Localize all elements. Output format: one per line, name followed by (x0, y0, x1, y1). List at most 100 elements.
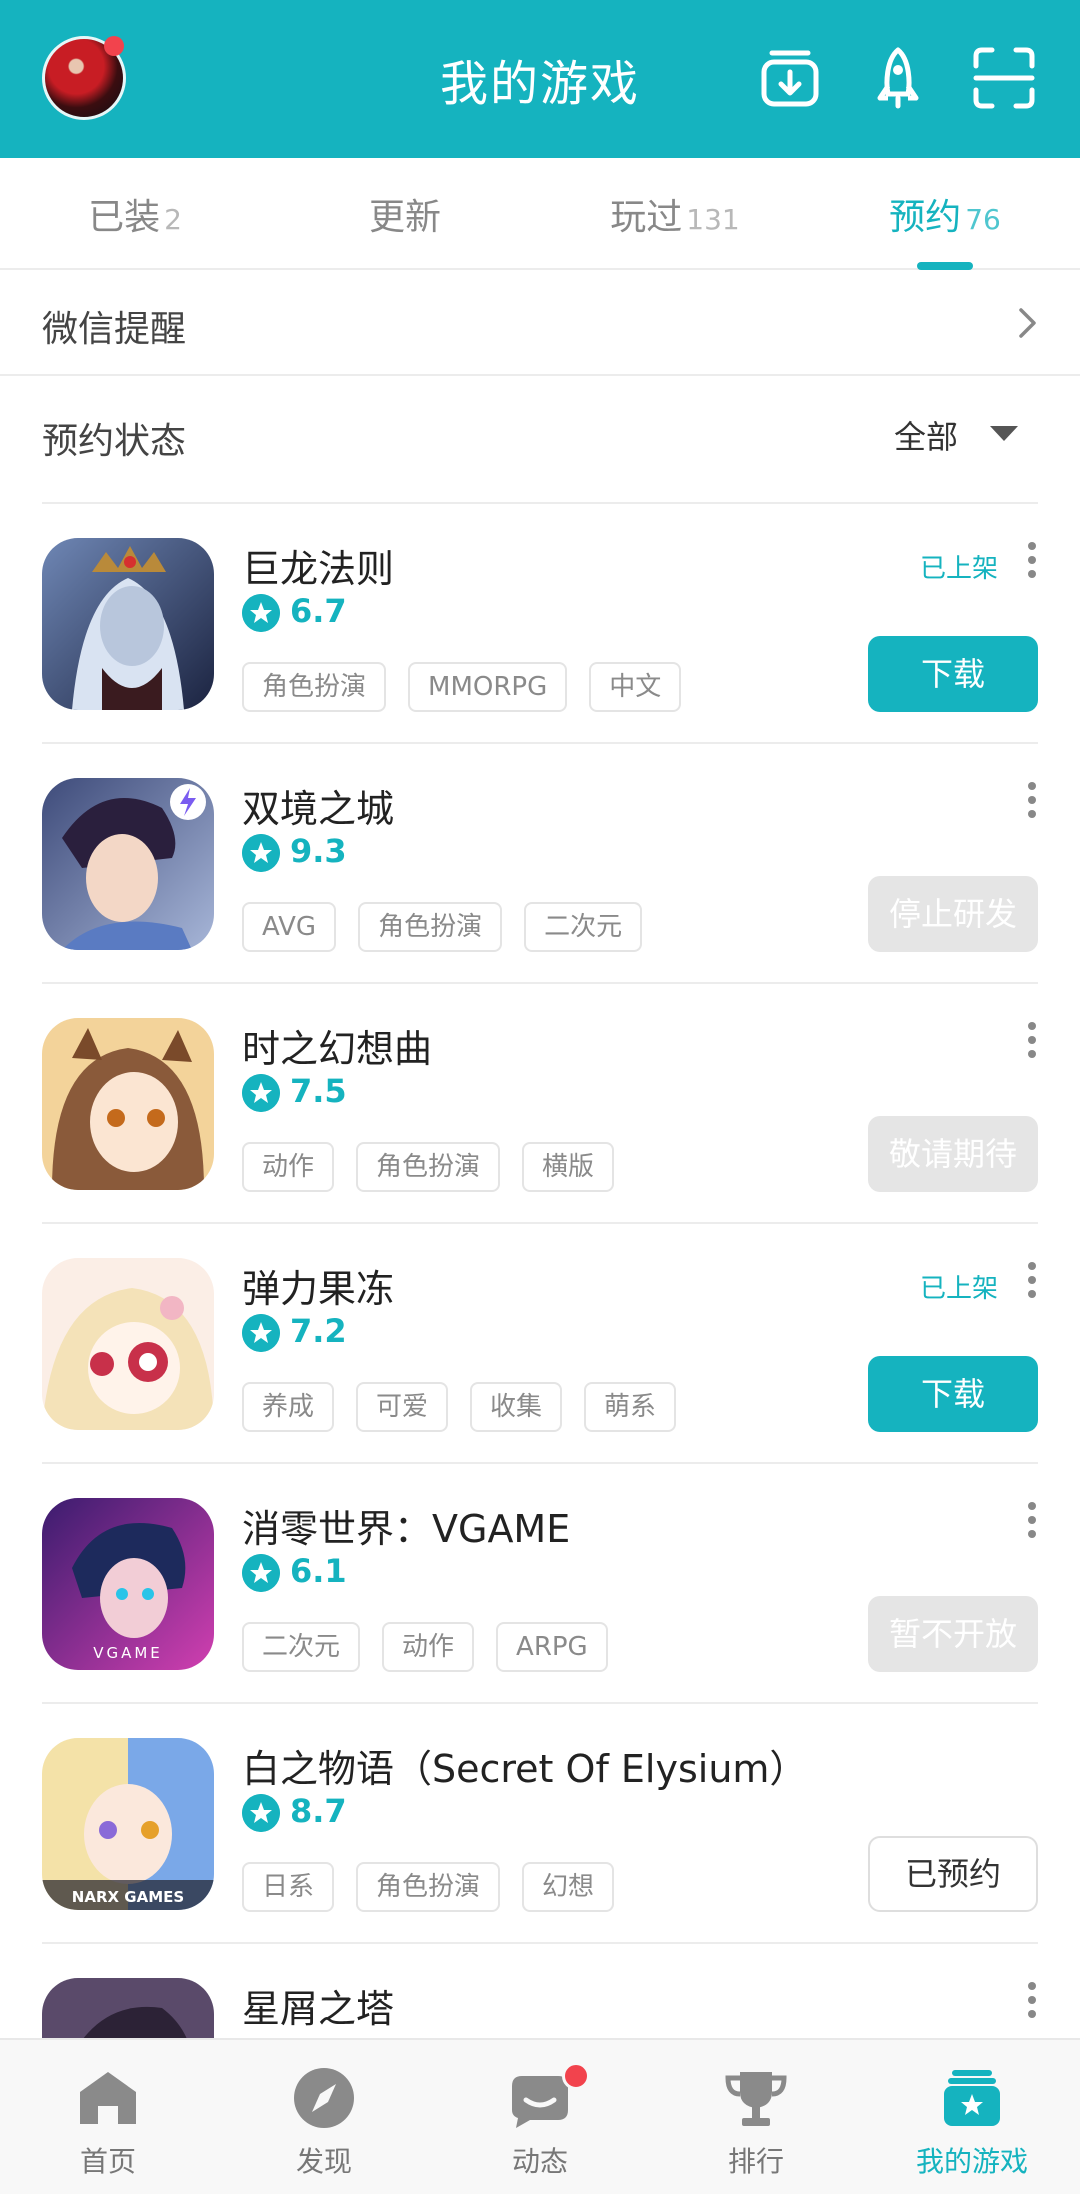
game-tag[interactable]: 动作 (382, 1622, 475, 1672)
game-tags: 动作 角色扮演 横版 (242, 1142, 615, 1192)
game-icon-image[interactable] (42, 1258, 214, 1430)
tab-installed[interactable]: 已装 2 (0, 188, 270, 240)
game-tag[interactable]: 横版 (522, 1142, 615, 1192)
star-icon (242, 834, 280, 872)
more-options-icon[interactable] (1026, 1502, 1038, 1542)
game-tag[interactable]: 中文 (589, 662, 682, 712)
caret-down-icon[interactable] (990, 426, 1018, 441)
more-options-icon[interactable] (1026, 1022, 1038, 1062)
divider (42, 502, 1038, 504)
game-name[interactable]: 弹力果冻 (242, 1258, 394, 1313)
game-name[interactable]: 白之物语（Secret Of Elysium） (242, 1738, 807, 1793)
game-name[interactable]: 消零世界：VGAME (242, 1498, 570, 1553)
star-icon (242, 1074, 280, 1112)
wechat-reminder-row[interactable]: 微信提醒 (0, 270, 1080, 376)
scan-icon[interactable] (972, 46, 1036, 110)
game-tags: 日系 角色扮演 幻想 (242, 1862, 615, 1912)
nav-discover[interactable]: 发现 (216, 2040, 432, 2194)
status-filter-dropdown[interactable]: 全部 (894, 412, 958, 458)
divider (42, 1702, 1038, 1704)
tab-label: 更新 (368, 197, 441, 238)
tab-count: 76 (965, 203, 1001, 236)
game-tag[interactable]: AVG (242, 902, 337, 952)
game-rating: 6.7 (290, 592, 347, 630)
tab-updates[interactable]: 更新 (270, 188, 540, 240)
home-icon (80, 2072, 136, 2124)
coming-soon-button: 敬请期待 (868, 1116, 1038, 1192)
more-options-icon[interactable] (1026, 1262, 1038, 1302)
game-tag[interactable]: 二次元 (524, 902, 643, 952)
divider (42, 982, 1038, 984)
narx-logo-text: NARX GAMES (72, 1888, 184, 1906)
game-rating: 9.3 (290, 832, 347, 870)
tab-label: 已装 (88, 197, 161, 238)
star-icon (242, 1314, 280, 1352)
game-tags: AVG 角色扮演 二次元 (242, 902, 643, 952)
game-rating: 8.7 (290, 1792, 347, 1830)
game-icon-image[interactable] (42, 1018, 214, 1190)
nav-home[interactable]: 首页 (0, 2040, 216, 2194)
game-tag[interactable]: 可爱 (356, 1382, 449, 1432)
game-tag[interactable]: 角色扮演 (356, 1142, 501, 1192)
game-tag[interactable]: ARPG (496, 1622, 608, 1672)
game-rating: 7.5 (290, 1072, 347, 1110)
game-name[interactable]: 双境之城 (242, 778, 394, 833)
star-icon (242, 1554, 280, 1592)
game-tag[interactable]: 二次元 (242, 1622, 361, 1672)
nav-feed[interactable]: 动态 (432, 2040, 648, 2194)
game-tag[interactable]: 萌系 (584, 1382, 677, 1432)
list-item[interactable]: VGAME 消零世界：VGAME 6.1 二次元 动作 ARPG 暂不开放 (0, 1462, 1080, 1702)
nav-label: 发现 (295, 2145, 352, 2178)
game-tag[interactable]: 动作 (242, 1142, 335, 1192)
game-tag[interactable]: 幻想 (522, 1862, 615, 1912)
game-icon-image[interactable]: NARX GAMES (42, 1738, 214, 1910)
nav-label: 排行 (727, 2145, 784, 2178)
more-options-icon[interactable] (1026, 782, 1038, 822)
game-icon-image[interactable]: VGAME (42, 1498, 214, 1670)
nav-label: 首页 (79, 2145, 136, 2178)
reservation-status-row: 预约状态 全部 (0, 376, 1080, 502)
more-options-icon[interactable] (1026, 1982, 1038, 2022)
game-tag[interactable]: 日系 (242, 1862, 335, 1912)
game-tag[interactable]: 收集 (470, 1382, 563, 1432)
tab-count: 2 (164, 203, 182, 236)
download-manager-icon[interactable] (758, 46, 822, 110)
game-name[interactable]: 巨龙法则 (242, 538, 394, 593)
list-item[interactable]: 时之幻想曲 7.5 动作 角色扮演 横版 敬请期待 (0, 982, 1080, 1222)
tab-count: 131 (686, 203, 740, 236)
vgame-logo-text: VGAME (93, 1644, 163, 1662)
game-tag[interactable]: MMORPG (408, 662, 568, 712)
game-tag[interactable]: 角色扮演 (242, 662, 387, 712)
divider (42, 1942, 1038, 1944)
list-item[interactable]: 巨龙法则 6.7 角色扮演 MMORPG 中文 已上架 下载 (0, 502, 1080, 742)
game-name[interactable]: 时之幻想曲 (242, 1018, 432, 1073)
game-tag[interactable]: 角色扮演 (356, 1862, 501, 1912)
game-rating: 7.2 (290, 1312, 347, 1350)
list-item[interactable]: 双境之城 9.3 AVG 角色扮演 二次元 停止研发 (0, 742, 1080, 982)
chevron-right-icon (1019, 308, 1036, 338)
divider (42, 742, 1038, 744)
active-tab-indicator (917, 262, 973, 270)
list-item[interactable]: NARX GAMES 白之物语（Secret Of Elysium） 8.7 日… (0, 1702, 1080, 1942)
download-button[interactable]: 下载 (868, 636, 1038, 712)
game-tag[interactable]: 角色扮演 (358, 902, 503, 952)
game-tag[interactable]: 养成 (242, 1382, 335, 1432)
game-icon-image[interactable] (42, 538, 214, 710)
list-item[interactable]: 弹力果冻 7.2 养成 可爱 收集 萌系 已上架 下载 (0, 1222, 1080, 1462)
nav-label: 我的游戏 (915, 2145, 1028, 2178)
rocket-icon[interactable] (866, 46, 930, 110)
tab-reserved[interactable]: 预约 76 (810, 188, 1080, 240)
reserved-button[interactable]: 已预约 (868, 1836, 1038, 1912)
star-icon (242, 1794, 280, 1832)
wechat-reminder-label: 微信提醒 (42, 309, 187, 350)
game-rating: 6.1 (290, 1552, 347, 1590)
tab-played[interactable]: 玩过 131 (540, 188, 810, 240)
release-status: 已上架 (920, 554, 999, 584)
game-icon-image[interactable] (42, 778, 214, 950)
release-status: 已上架 (920, 1274, 999, 1304)
download-button[interactable]: 下载 (868, 1356, 1038, 1432)
nav-ranking[interactable]: 排行 (648, 2040, 864, 2194)
nav-my-games[interactable]: 我的游戏 (864, 2040, 1080, 2194)
game-name[interactable]: 星屑之塔 (242, 1978, 394, 2033)
more-options-icon[interactable] (1026, 542, 1038, 582)
